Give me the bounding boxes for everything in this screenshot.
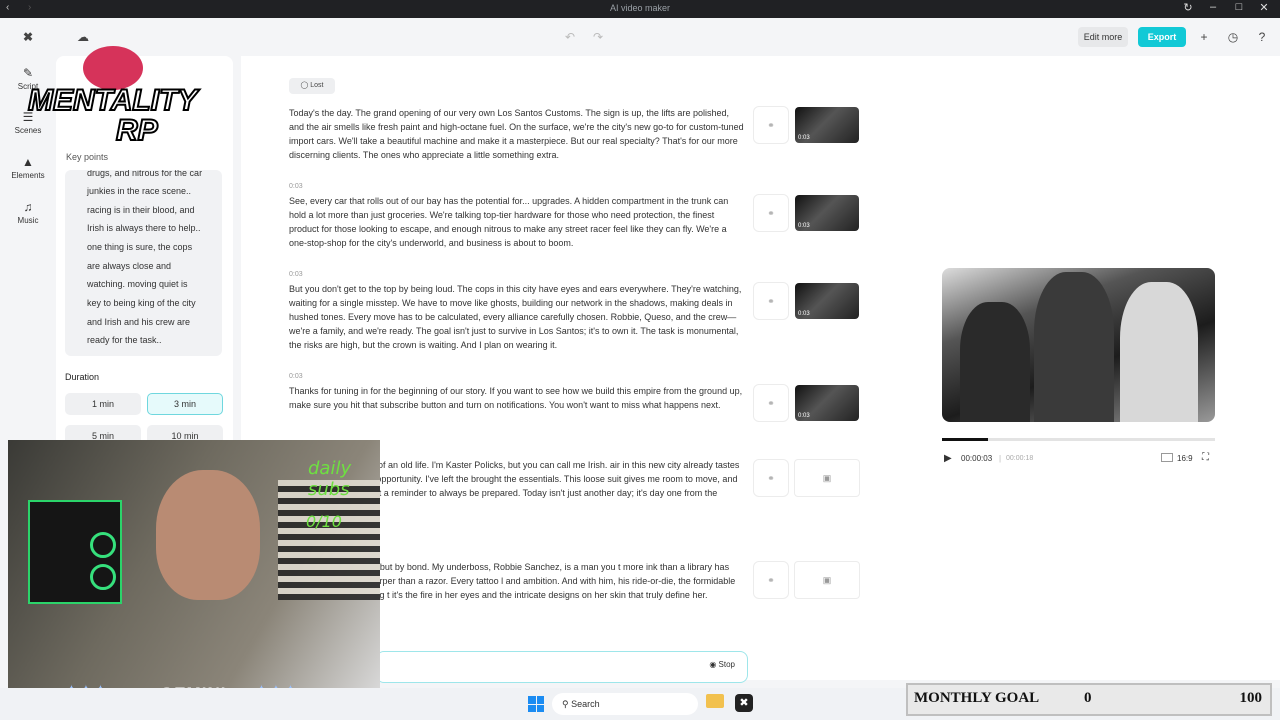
lost-tag[interactable]: ◯ Lost bbox=[289, 78, 335, 94]
maximize-icon[interactable]: □ bbox=[1229, 1, 1249, 13]
capcut-taskbar-icon[interactable]: ✖ bbox=[735, 694, 753, 712]
time-separator: | bbox=[999, 454, 1002, 463]
lost-label: Lost bbox=[310, 82, 324, 89]
export-button[interactable]: Export bbox=[1138, 27, 1186, 47]
add-scene-icon[interactable]: ▣ bbox=[794, 459, 860, 497]
character-figure bbox=[960, 302, 1030, 422]
script-paragraph[interactable]: Today's the day. The grand opening of ou… bbox=[289, 106, 744, 162]
monthly-goal-widget: MONTHLY GOAL 0 100 bbox=[906, 683, 1272, 716]
video-preview[interactable] bbox=[942, 268, 1215, 422]
key-point-line: and Irish and his crew are bbox=[87, 317, 191, 327]
voice-icon[interactable]: ⚭ bbox=[753, 282, 789, 320]
script-paragraph[interactable]: Thanks for tuning in for the beginning o… bbox=[289, 384, 744, 412]
pc-tower-image bbox=[28, 500, 122, 604]
playback-progress-bar[interactable] bbox=[942, 438, 1215, 441]
stop-button[interactable]: ◉ Stop bbox=[709, 660, 735, 669]
key-point-line: drugs, and nitrous for the car bbox=[87, 170, 203, 178]
voice-icon[interactable]: ⚭ bbox=[753, 384, 789, 422]
mentality-rp-logo: MENTALITY RP bbox=[27, 44, 198, 162]
search-label: Search bbox=[571, 699, 600, 709]
progress-fill bbox=[942, 438, 988, 441]
plus-icon[interactable]: + bbox=[1194, 27, 1214, 47]
subs-count: 0/10 bbox=[306, 512, 342, 531]
script-paragraph[interactable]: But you don't get to the top by being lo… bbox=[289, 282, 744, 352]
thumb-time: 0:03 bbox=[798, 311, 810, 317]
key-points-textarea[interactable]: drugs, and nitrous for the car junkies i… bbox=[65, 170, 222, 356]
taskbar-search[interactable]: ⚲ Search bbox=[552, 693, 698, 715]
character-figure bbox=[1120, 282, 1198, 422]
rail-item-music[interactable]: ♫ Music bbox=[0, 200, 56, 225]
aspect-ratio-label[interactable]: 16:9 bbox=[1177, 454, 1193, 463]
daily-subs-label: daily subs bbox=[308, 458, 352, 500]
file-explorer-icon[interactable] bbox=[706, 694, 724, 708]
key-point-line: key to being king of the city bbox=[87, 298, 196, 308]
redo-icon[interactable]: ↷ bbox=[588, 27, 608, 47]
add-scene-icon[interactable]: ▣ bbox=[794, 561, 860, 599]
fullscreen-icon[interactable]: ⛶ bbox=[1202, 452, 1209, 463]
key-point-line: watching. moving quiet is bbox=[87, 279, 188, 289]
thumb-time: 0:03 bbox=[798, 135, 810, 141]
aspect-ratio-icon[interactable] bbox=[1161, 453, 1173, 462]
script-paragraph[interactable]: See, every car that rolls out of our bay… bbox=[289, 194, 744, 250]
fan-ring bbox=[90, 532, 116, 558]
window-title: AI video maker bbox=[609, 3, 671, 13]
voice-icon[interactable]: ⚭ bbox=[753, 561, 789, 599]
scene-thumbnail[interactable]: 0:03 bbox=[795, 195, 859, 231]
close-icon[interactable]: ✕ bbox=[1254, 1, 1274, 14]
search-icon: ⚲ bbox=[562, 699, 569, 709]
voice-icon[interactable]: ⚭ bbox=[753, 194, 789, 232]
scene-thumbnail[interactable]: 0:03 bbox=[795, 107, 859, 143]
key-point-line: junkies in the race scene.. bbox=[87, 186, 192, 196]
goal-current: 0 bbox=[1084, 690, 1092, 706]
refresh-icon[interactable]: ↻ bbox=[1178, 1, 1198, 14]
rail-label: Elements bbox=[11, 171, 45, 180]
goal-label: MONTHLY GOAL bbox=[914, 690, 1040, 706]
thumb-time: 0:03 bbox=[798, 223, 810, 229]
paragraph-timestamp: 0:03 bbox=[289, 183, 303, 190]
undo-icon[interactable]: ↶ bbox=[560, 27, 580, 47]
windows-start-icon[interactable] bbox=[528, 696, 544, 712]
duration-3min-button[interactable]: 3 min bbox=[147, 393, 223, 415]
help-icon[interactable]: ? bbox=[1252, 27, 1272, 47]
goal-target: 100 bbox=[1239, 690, 1263, 706]
history-icon[interactable]: ◷ bbox=[1223, 27, 1243, 47]
scene-thumbnail[interactable]: 0:03 bbox=[795, 385, 859, 421]
rail-label: Music bbox=[17, 216, 39, 225]
current-time: 00:00:03 bbox=[961, 454, 993, 463]
logo-line1: MENTALITY bbox=[27, 83, 198, 118]
voice-icon[interactable]: ⚭ bbox=[753, 459, 789, 497]
fan-ring bbox=[90, 564, 116, 590]
key-point-line: racing is in their blood, and bbox=[87, 205, 195, 215]
key-point-line: Irish is always there to help.. bbox=[87, 223, 201, 233]
character-figure bbox=[1034, 272, 1114, 422]
total-time: 00:00:18 bbox=[1006, 455, 1034, 462]
key-point-line: ready for the task.. bbox=[87, 335, 162, 345]
play-icon[interactable]: ▶ bbox=[944, 453, 952, 464]
edit-more-button[interactable]: Edit more bbox=[1078, 27, 1128, 47]
minimize-icon[interactable]: – bbox=[1203, 1, 1223, 13]
webcam-overlay: daily subs 0/10 bbox=[8, 440, 380, 692]
paragraph-timestamp: 0:03 bbox=[289, 373, 303, 380]
key-point-line: are always close and bbox=[87, 261, 172, 271]
music-icon: ♫ bbox=[23, 200, 33, 214]
stop-label: Stop bbox=[718, 660, 735, 669]
logo-line2: RP bbox=[115, 113, 159, 148]
voice-icon[interactable]: ⚭ bbox=[753, 106, 789, 144]
thumb-time: 0:03 bbox=[798, 413, 810, 419]
title-bar: ‹ › AI video maker ↻ – □ ✕ bbox=[0, 0, 1280, 18]
streamer-face-image bbox=[156, 470, 260, 600]
duration-label: Duration bbox=[65, 372, 100, 382]
paragraph-timestamp: 0:03 bbox=[289, 271, 303, 278]
duration-1min-button[interactable]: 1 min bbox=[65, 393, 141, 415]
scene-thumbnail[interactable]: 0:03 bbox=[795, 283, 859, 319]
generation-status-bar[interactable]: ◉ Stop bbox=[376, 651, 748, 683]
key-point-line: one thing is sure, the cops bbox=[87, 242, 193, 252]
